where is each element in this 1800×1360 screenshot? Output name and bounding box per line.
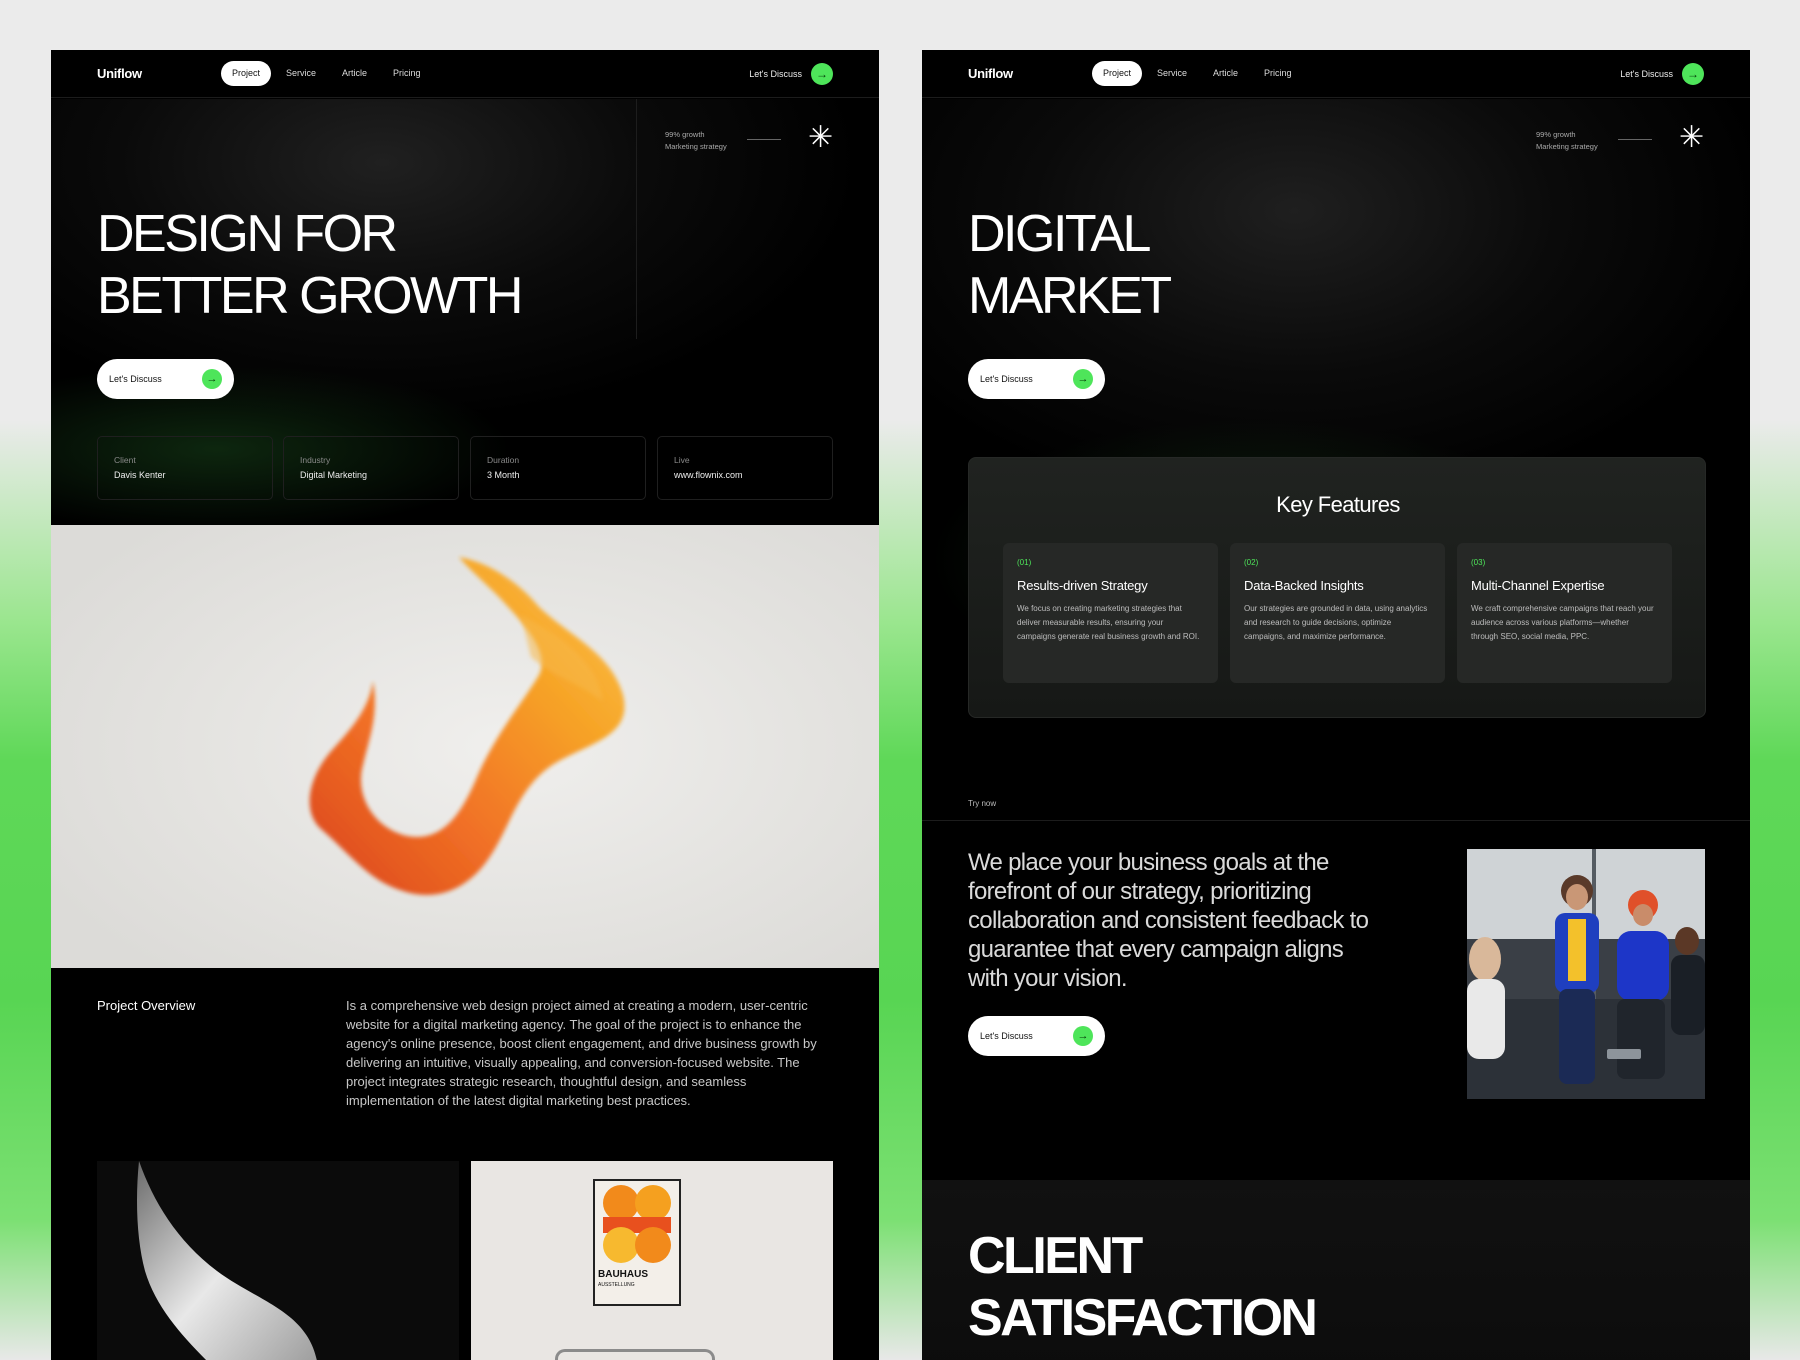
logo[interactable]: Uniflow [97,66,142,81]
arrow-right-icon: → [202,369,222,389]
arrow-right-icon: → [1682,63,1704,85]
nav-cta[interactable]: Let's Discuss → [749,63,833,85]
abstract-flame-shape [309,557,625,895]
info-card-live: Live www.flownix.com [657,436,833,500]
nav-link-pricing[interactable]: Pricing [382,61,432,86]
growth-stat: 99% growth Marketing strategy [665,129,727,153]
nav-link-project[interactable]: Project [221,61,272,86]
feature-description: Our strategies are grounded in data, usi… [1244,604,1428,641]
showcase-image-poster: BAUHAUS AUSSTELLUNG [471,1161,833,1360]
client-satisfaction-title: CLIENT SATISFACTION [968,1225,1318,1349]
project-page-left: 99% growth Marketing strategy ✳ DESIGN F… [51,50,879,1360]
stat-divider [747,139,781,140]
nav-cta-label: Let's Discuss [749,69,802,79]
client-title-line-2: SATISFACTION [968,1289,1318,1347]
project-page-right: 99% growth Marketing strategy ✳ DIGITAL … [922,50,1750,1360]
key-features-panel: Key Features (01) Results-driven Strateg… [968,457,1706,718]
feature-title: Multi-Channel Expertise [1471,578,1605,593]
lets-discuss-button[interactable]: Let's Discuss → [97,359,234,399]
nav-link-article[interactable]: Article [331,61,378,86]
nav-cta[interactable]: Let's Discuss → [1620,63,1704,85]
info-card-industry: Industry Digital Marketing [283,436,459,500]
info-label: Live [674,455,690,465]
stat-line-1: 99% growth [665,130,705,139]
team-collaboration-image [1467,849,1705,1099]
lets-discuss-label: Let's Discuss [109,374,162,384]
asterisk-icon: ✳ [808,121,834,154]
info-label: Client [114,455,136,465]
feature-title: Data-Backed Insights [1244,578,1364,593]
hero-title: DESIGN FOR BETTER GROWTH [97,203,523,327]
info-card-duration: Duration 3 Month [470,436,646,500]
nav-link-pricing[interactable]: Pricing [1253,61,1303,86]
hero-image [51,525,879,968]
nav-link-article[interactable]: Article [1202,61,1249,86]
hero-title-line-1: DIGITAL [968,205,1151,263]
arrow-right-icon: → [811,63,833,85]
arrow-right-icon: → [1073,369,1093,389]
feature-card: (01) Results-driven Strategy We focus on… [1003,543,1218,683]
asterisk-icon: ✳ [1679,121,1705,154]
nav-link-project[interactable]: Project [1092,61,1143,86]
project-overview-text: Is a comprehensive web design project ai… [346,998,817,1108]
growth-stat: 99% growth Marketing strategy [1536,129,1598,153]
try-now-label: Try now [968,799,997,808]
feature-description: We focus on creating marketing strategie… [1017,604,1200,641]
showcase-image-dark [97,1161,459,1360]
poster-subtitle: AUSSTELLUNG [598,1282,635,1288]
bauhaus-poster: BAUHAUS AUSSTELLUNG [593,1179,681,1306]
nav-links: Project Service Article Pricing [221,61,432,86]
info-card-client: Client Davis Kenter [97,436,273,500]
lets-discuss-label: Let's Discuss [980,374,1033,384]
feature-number: (02) [1244,558,1259,567]
poster-title: BAUHAUS [598,1269,648,1280]
info-value: Digital Marketing [300,470,368,480]
lets-discuss-button[interactable]: Let's Discuss → [968,1016,1105,1056]
hero-title-line-1: DESIGN FOR [97,205,398,263]
feature-title: Results-driven Strategy [1017,578,1148,593]
key-features-title: Key Features [1276,492,1400,517]
divider [636,99,637,339]
hero-title-line-2: MARKET [968,267,1172,325]
nav-links: Project Service Article Pricing [1092,61,1303,86]
stat-divider [1618,139,1652,140]
stat-line-2: Marketing strategy [1536,142,1598,151]
info-value: 3 Month [487,470,520,480]
section-divider [922,820,1750,821]
info-label: Industry [300,455,331,465]
info-label: Duration [487,455,520,465]
logo[interactable]: Uniflow [968,66,1013,81]
hero-title-line-2: BETTER GROWTH [97,267,523,325]
client-title-line-1: CLIENT [968,1227,1143,1285]
top-nav: Uniflow Project Service Article Pricing … [51,50,879,98]
abstract-silver-shape [137,1161,317,1360]
lets-discuss-label: Let's Discuss [980,1031,1033,1041]
feature-description: We craft comprehensive campaigns that re… [1471,604,1654,641]
feature-card: (02) Data-Backed Insights Our strategies… [1230,543,1445,683]
mission-statement: We place your business goals at the fore… [968,849,1369,992]
chair-back [555,1349,715,1360]
feature-number: (03) [1471,558,1486,567]
stat-line-2: Marketing strategy [665,142,727,151]
poster-graphic [603,1185,671,1263]
info-value[interactable]: www.flownix.com [674,470,816,480]
nav-link-service[interactable]: Service [1146,61,1198,86]
arrow-right-icon: → [1073,1026,1093,1046]
nav-cta-label: Let's Discuss [1620,69,1673,79]
team-photo [1467,849,1705,1099]
stat-line-1: 99% growth [1536,130,1576,139]
hero-title: DIGITAL MARKET [968,203,1172,327]
feature-number: (01) [1017,558,1032,567]
project-overview-title: Project Overview [97,998,196,1013]
lets-discuss-button[interactable]: Let's Discuss → [968,359,1105,399]
nav-link-service[interactable]: Service [275,61,327,86]
top-nav: Uniflow Project Service Article Pricing … [922,50,1750,98]
feature-card: (03) Multi-Channel Expertise We craft co… [1457,543,1672,683]
info-value: Davis Kenter [114,470,166,480]
